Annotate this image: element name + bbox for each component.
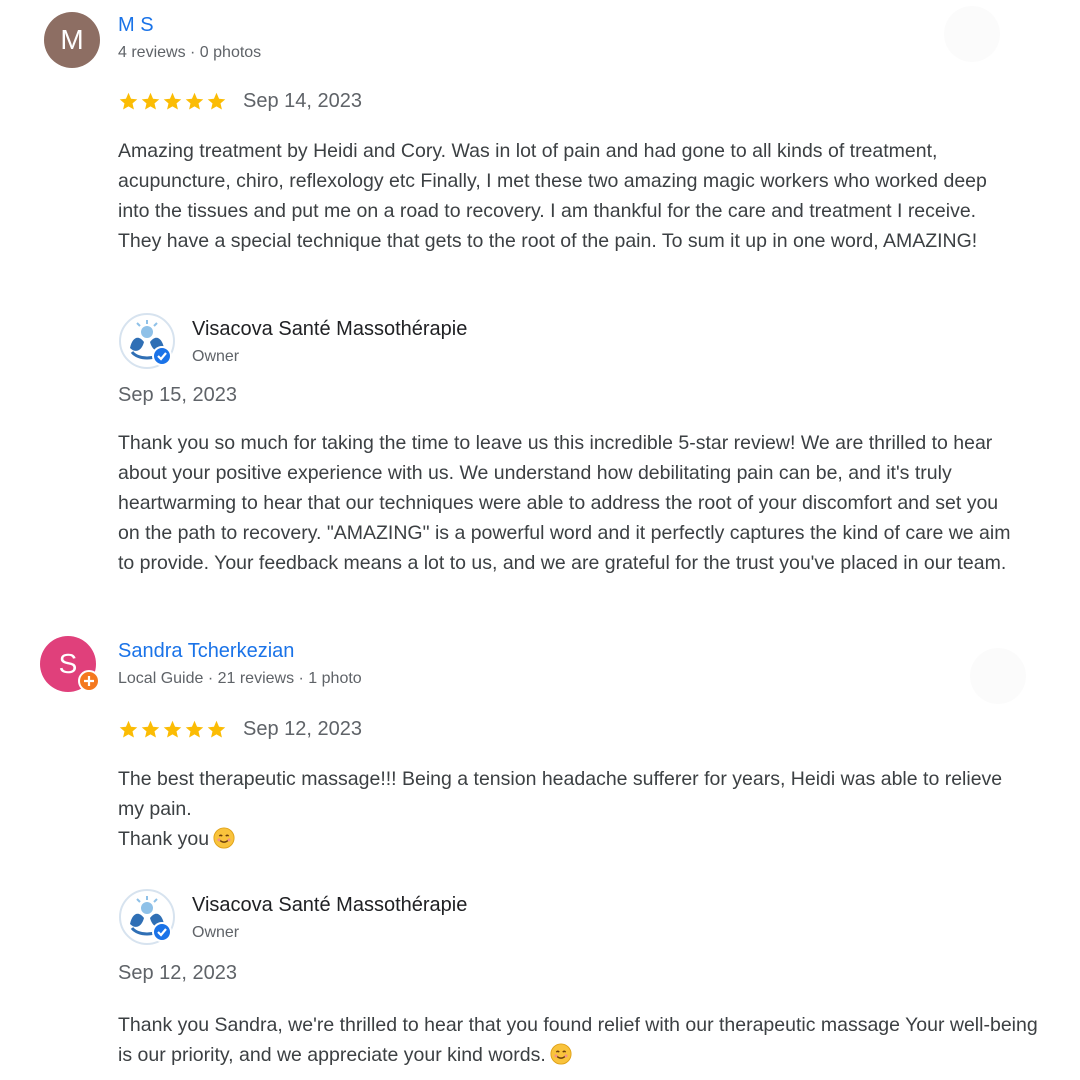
review-date: Sep 12, 2023 <box>243 718 362 740</box>
reviewer-meta: 4 reviews · 0 photos <box>118 44 262 61</box>
reply-date: Sep 12, 2023 <box>118 962 237 984</box>
star-icon <box>163 92 182 110</box>
reviewer-meta: Local Guide · 21 reviews · 1 photo <box>118 670 362 687</box>
review-card: S Sandra Tcherkezian Local Guide · 21 re… <box>0 612 1080 1080</box>
star-icon <box>141 720 160 738</box>
owner-role: Owner <box>192 348 240 365</box>
owner-reply-text: Thank you Sandra, we're thrilled to hear… <box>118 1010 1048 1070</box>
review-text: The best therapeutic massage!!! Being a … <box>118 764 1008 854</box>
review-card: M M S 4 reviews · 0 photos Sep 14, 2023 … <box>0 0 1080 612</box>
star-icon <box>207 720 226 738</box>
more-options-button[interactable] <box>970 648 1026 704</box>
star-icon <box>163 720 182 738</box>
star-icon <box>141 92 160 110</box>
owner-role: Owner <box>192 924 240 941</box>
owner-reply-text: Thank you so much for taking the time to… <box>118 432 1011 574</box>
business-logo-icon <box>119 889 175 945</box>
star-icon <box>207 92 226 110</box>
owner-reply-body: Thank you Sandra, we're thrilled to hear… <box>118 1014 1038 1066</box>
star-rating <box>118 91 227 112</box>
reviewer-name-link[interactable]: M S <box>118 14 154 37</box>
review-text: Amazing treatment by Heidi and Cory. Was… <box>118 140 987 252</box>
owner-logo <box>118 312 176 370</box>
star-icon <box>119 92 138 110</box>
owner-name: Visacova Santé Massothérapie <box>192 894 468 916</box>
rating-row: Sep 14, 2023 <box>118 90 362 113</box>
star-rating <box>118 719 227 740</box>
local-guide-badge-icon <box>78 670 100 692</box>
reviewer-name-link[interactable]: Sandra Tcherkezian <box>118 640 294 663</box>
rating-row: Sep 12, 2023 <box>118 718 362 741</box>
review-date: Sep 14, 2023 <box>243 90 362 112</box>
smiling-face-icon <box>550 1043 572 1065</box>
star-icon <box>119 720 138 738</box>
more-options-button[interactable] <box>944 6 1000 62</box>
star-icon <box>185 92 204 110</box>
review-text-body: The best therapeutic massage!!! Being a … <box>118 768 1003 850</box>
owner-logo <box>118 888 176 946</box>
avatar[interactable]: M <box>44 12 100 68</box>
business-logo-icon <box>119 313 175 369</box>
owner-name: Visacova Santé Massothérapie <box>192 318 468 340</box>
reviews-list: M M S 4 reviews · 0 photos Sep 14, 2023 … <box>0 0 1080 1080</box>
star-icon <box>185 720 204 738</box>
reply-date: Sep 15, 2023 <box>118 384 237 406</box>
smiling-face-icon <box>213 827 235 849</box>
